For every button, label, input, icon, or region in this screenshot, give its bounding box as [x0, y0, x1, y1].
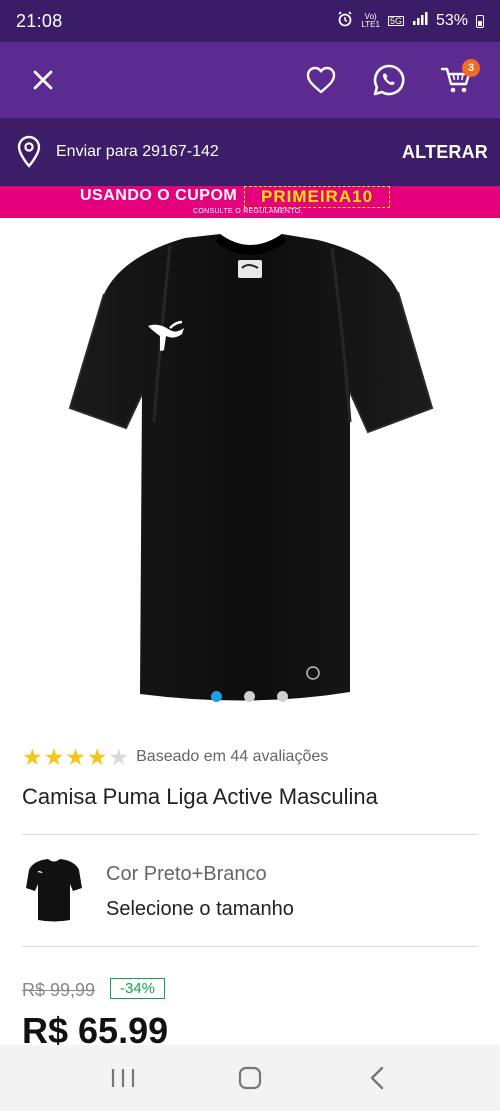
promo-text: USANDO O CUPOM — [80, 187, 238, 204]
signal-type: 5G — [387, 16, 404, 26]
variant-thumbnail[interactable] — [26, 854, 82, 926]
star-icon: ★ — [65, 744, 86, 770]
promo-code: PRIMEIRA10 — [244, 186, 391, 208]
cart-button[interactable]: 3 — [434, 57, 480, 103]
divider — [22, 834, 478, 835]
recents-icon — [112, 1069, 135, 1087]
favorite-button[interactable] — [298, 57, 344, 103]
product-rating[interactable]: ★ ★ ★ ★ ★ Baseado em 44 avaliações — [22, 744, 329, 770]
discount-badge: -34% — [110, 978, 166, 999]
close-icon — [33, 70, 53, 90]
star-icon: ★ — [22, 744, 43, 770]
promo-rules: CONSULTE O REGULAMENTO. — [193, 208, 303, 215]
divider — [22, 946, 478, 947]
system-nav-bar — [0, 1045, 500, 1111]
star-icon: ★ — [43, 744, 65, 770]
gallery-dot[interactable] — [211, 691, 222, 702]
color-label: Cor Preto+Branco — [106, 863, 267, 885]
back-button[interactable] — [357, 1058, 397, 1098]
gallery-dot[interactable] — [277, 691, 288, 702]
tshirt-image — [68, 234, 434, 701]
reviews-count: Baseado em 44 avaliações — [136, 748, 329, 765]
cart-count-badge: 3 — [462, 59, 480, 77]
signal-bars-icon — [412, 11, 428, 31]
battery-icon — [476, 14, 484, 28]
recents-button[interactable] — [103, 1058, 143, 1098]
product-title: Camisa Puma Liga Active Masculina — [22, 784, 378, 809]
promo-banner[interactable]: USANDO O CUPOM PRIMEIRA10 CONSULTE O REG… — [0, 186, 500, 218]
whatsapp-button[interactable] — [366, 57, 412, 103]
status-indicators: Vo) LTE1 5G 53% — [337, 10, 484, 32]
size-selector[interactable]: Selecione o tamanho — [106, 898, 294, 921]
alarm-icon — [337, 10, 353, 32]
shipping-address: Enviar para 29167-142 — [56, 143, 219, 160]
product-image[interactable] — [60, 222, 440, 704]
status-time: 21:08 — [16, 10, 63, 31]
status-bar: 21:08 Vo) LTE1 5G 53% — [0, 0, 500, 42]
star-empty-icon: ★ — [108, 744, 130, 770]
top-app-bar: 3 — [0, 42, 500, 118]
back-icon — [370, 1066, 383, 1090]
heart-icon — [306, 66, 336, 94]
shipping-bar: Enviar para 29167-142 ALTERAR — [0, 118, 500, 186]
change-address-button[interactable]: ALTERAR — [402, 142, 488, 163]
old-price: R$ 99,99 — [22, 980, 96, 1000]
network-indicator: Vo) LTE1 — [361, 12, 380, 29]
whatsapp-icon — [373, 64, 405, 96]
gallery-dot[interactable] — [244, 691, 255, 702]
home-button[interactable] — [230, 1058, 270, 1098]
star-icon: ★ — [86, 744, 108, 770]
battery-level: 53% — [435, 12, 468, 29]
home-icon — [238, 1066, 262, 1090]
location-pin-icon — [17, 135, 41, 168]
gallery-dots — [211, 691, 288, 702]
close-button[interactable] — [20, 57, 66, 103]
